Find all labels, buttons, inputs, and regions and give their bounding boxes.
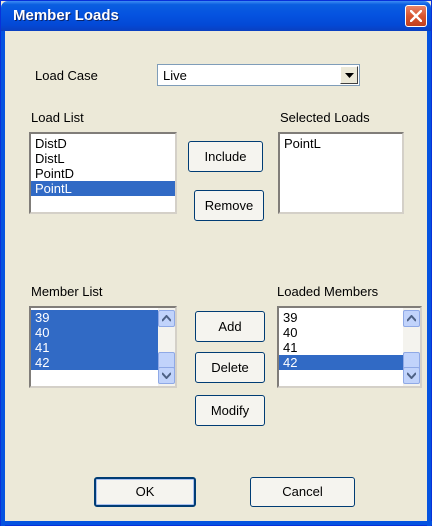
list-item[interactable]: PointL	[280, 136, 402, 151]
window-frame-right	[427, 31, 431, 526]
list-items: 39 40 41 42	[279, 310, 403, 370]
scroll-up-icon	[162, 315, 171, 322]
selected-loads-box[interactable]: PointL	[278, 132, 404, 214]
list-item[interactable]: 40	[279, 325, 403, 340]
scroll-down-icon	[162, 372, 171, 379]
cancel-button[interactable]: Cancel	[250, 477, 355, 507]
list-item[interactable]: 42	[31, 355, 158, 370]
include-button-label: Include	[204, 149, 247, 164]
member-list-label: Member List	[31, 284, 103, 299]
list-item[interactable]: PointL	[31, 181, 175, 196]
scroll-up-button[interactable]	[158, 310, 175, 327]
remove-button[interactable]: Remove	[194, 190, 264, 221]
modify-button-label: Modify	[210, 403, 250, 418]
add-button-label: Add	[218, 319, 242, 334]
load-case-label: Load Case	[35, 68, 98, 83]
member-loads-dialog: Member Loads Load Case Live Load List Di…	[0, 0, 432, 526]
member-list-scrollbar[interactable]	[158, 308, 175, 386]
load-case-value: Live	[163, 68, 187, 83]
list-items: DistD DistL PointD PointL	[31, 136, 175, 196]
list-item[interactable]: 39	[279, 310, 403, 325]
scroll-down-button[interactable]	[403, 367, 420, 384]
list-items: 39 40 41 42	[31, 310, 158, 370]
title-bar[interactable]: Member Loads	[1, 1, 431, 31]
scroll-up-button[interactable]	[403, 310, 420, 327]
list-item[interactable]: 42	[279, 355, 403, 370]
ok-button-label: OK	[135, 484, 155, 499]
list-item[interactable]: 41	[31, 340, 158, 355]
window-title: Member Loads	[13, 7, 119, 24]
include-button[interactable]: Include	[188, 141, 263, 172]
delete-button-label: Delete	[211, 360, 249, 375]
loaded-members-scrollbar[interactable]	[403, 308, 420, 386]
remove-button-label: Remove	[204, 198, 254, 213]
cancel-button-label: Cancel	[282, 484, 323, 499]
modify-button[interactable]: Modify	[195, 395, 265, 426]
scroll-up-icon	[407, 315, 416, 322]
selected-loads-label: Selected Loads	[280, 110, 370, 125]
loaded-members-box[interactable]: 39 40 41 42	[277, 306, 422, 388]
chevron-down-icon	[345, 73, 354, 78]
list-item[interactable]: DistL	[31, 151, 175, 166]
list-item[interactable]: 39	[31, 310, 158, 325]
load-case-dropdown[interactable]: Live	[157, 64, 360, 86]
scroll-down-button[interactable]	[158, 367, 175, 384]
window-frame-left	[1, 31, 5, 526]
list-items: PointL	[280, 136, 402, 151]
add-button[interactable]: Add	[195, 311, 265, 342]
window-frame-bottom	[1, 521, 432, 525]
load-list-box[interactable]: DistD DistL PointD PointL	[29, 132, 177, 214]
list-item[interactable]: PointD	[31, 166, 175, 181]
member-list-box[interactable]: 39 40 41 42	[29, 306, 177, 388]
loaded-members-label: Loaded Members	[277, 284, 379, 299]
scroll-down-icon	[407, 372, 416, 379]
load-list-label: Load List	[31, 110, 84, 125]
delete-button[interactable]: Delete	[195, 352, 265, 383]
list-item[interactable]: 41	[279, 340, 403, 355]
list-item[interactable]: DistD	[31, 136, 175, 151]
list-item[interactable]: 40	[31, 325, 158, 340]
dropdown-button[interactable]	[340, 66, 358, 84]
ok-button[interactable]: OK	[94, 477, 196, 507]
close-icon	[410, 10, 422, 22]
close-button[interactable]	[405, 5, 427, 27]
